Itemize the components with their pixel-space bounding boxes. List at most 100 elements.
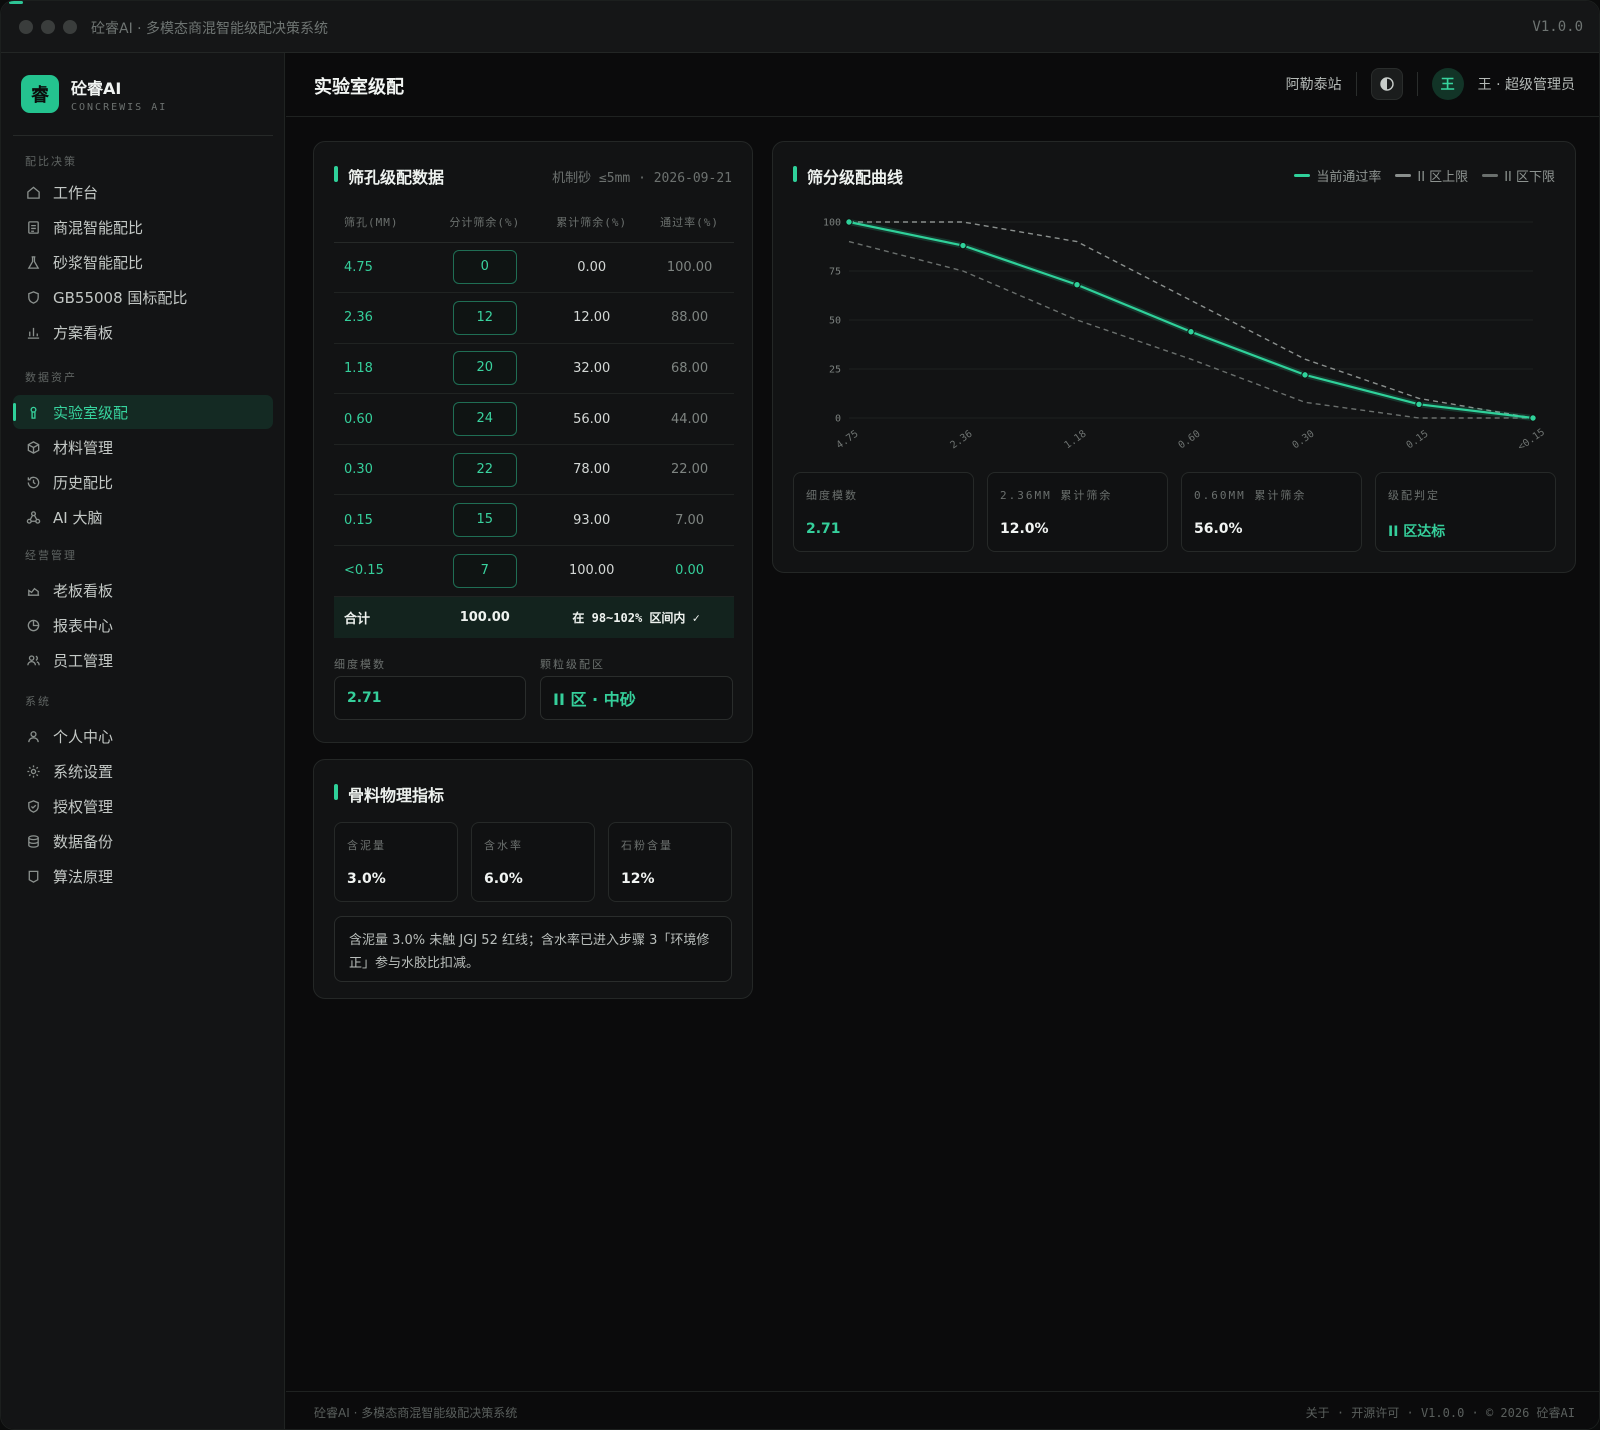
sidebar-item-label: 商混智能配比	[53, 218, 144, 237]
sidebar-item-concrete-mix[interactable]: 商混智能配比	[13, 210, 273, 244]
sidebar-item-workbench[interactable]: 工作台	[13, 175, 273, 209]
half-moon-icon	[1379, 77, 1394, 91]
zone-label: 颗粒级配区	[540, 658, 605, 671]
data-point	[845, 218, 853, 226]
y-tick-label: 100	[823, 218, 841, 229]
retained-input[interactable]: 7	[452, 553, 517, 588]
kpi-value: 2.71	[806, 521, 841, 537]
sidebar-item-label: 历史配比	[53, 473, 114, 492]
cumulative-value: 12.00	[538, 292, 646, 344]
kpi-label: 0.60MM 累计筛余	[1194, 489, 1307, 502]
data-point	[1187, 328, 1195, 336]
sidebar-item-gb-standard[interactable]: GB55008 国标配比	[13, 280, 273, 314]
bar-chart-icon	[25, 324, 41, 340]
retained-input[interactable]: 15	[452, 503, 517, 538]
sieve-table: 筛孔(MM) 分计筛余(%) 累计筛余(%) 通过率(%) 4.75 0 0.0…	[334, 202, 734, 639]
sidebar-item-algorithm[interactable]: 算法原理	[13, 859, 273, 893]
mud-content-kpi: 含泥量 3.0%	[334, 822, 458, 902]
sidebar-item-history[interactable]: 历史配比	[13, 465, 273, 499]
sidebar-item-plan-board[interactable]: 方案看板	[13, 315, 273, 349]
sidebar-item-label: 砂浆智能配比	[53, 253, 144, 272]
sidebar-item-settings[interactable]: 系统设置	[13, 754, 273, 788]
app-window: 砼睿AI · 多模态商混智能级配决策系统 V1.0.0 睿 砼睿AI CONCR…	[0, 0, 1600, 1430]
sidebar-item-lab-grading[interactable]: 实验室级配	[13, 395, 273, 429]
sidebar-item-boss-board[interactable]: 老板看板	[13, 573, 273, 607]
shield-check-icon	[25, 798, 41, 814]
sidebar-item-reports[interactable]: 报表中心	[13, 608, 273, 642]
x-tick-label: 4.75	[835, 429, 861, 452]
total-value: 100.00	[431, 596, 539, 639]
data-point	[1415, 400, 1423, 408]
station-selector[interactable]: 阿勒泰站	[1286, 74, 1342, 94]
kpi-label: 含泥量	[347, 839, 386, 852]
kpi-value: II 区达标	[1388, 524, 1446, 540]
user-label[interactable]: 王 · 超级管理员	[1478, 74, 1575, 94]
sidebar-item-materials[interactable]: 材料管理	[13, 430, 273, 464]
column-header: 分计筛余(%)	[431, 202, 539, 243]
sidebar-item-label: 系统设置	[53, 762, 114, 781]
kpi-value: 6.0%	[484, 871, 523, 887]
retained-input[interactable]: 12	[452, 300, 517, 335]
brand-logo: 睿	[21, 75, 59, 113]
x-tick-label: 0.30	[1291, 429, 1317, 452]
retained-input[interactable]: 0	[452, 250, 517, 285]
moisture-kpi: 含水率 6.0%	[471, 822, 595, 902]
minimize-window-button[interactable]	[41, 20, 55, 34]
sieve-size: 0.15	[334, 494, 432, 547]
retained-input[interactable]: 20	[452, 351, 517, 386]
theme-toggle-button[interactable]	[1370, 68, 1403, 100]
kpi-label: 含水率	[484, 839, 523, 852]
avatar[interactable]: 王	[1431, 68, 1464, 100]
document-icon	[25, 219, 41, 235]
y-tick-label: 50	[829, 316, 841, 327]
table-row: 2.36 12 12.00 88.00	[334, 292, 734, 344]
kpi-label: 石粉含量	[621, 839, 673, 852]
legend-label: II 区下限	[1504, 170, 1555, 185]
kpi-value: 3.0%	[347, 871, 386, 887]
total-row: 合计 100.00 在 98~102% 区间内 ✓	[334, 596, 734, 639]
sidebar-item-ai-brain[interactable]: AI 大脑	[13, 500, 273, 534]
title-bar: 砼睿AI · 多模态商混智能级配决策系统 V1.0.0	[1, 1, 1599, 53]
book-icon	[25, 868, 41, 884]
retained-input[interactable]: 24	[452, 402, 517, 437]
table-row: 1.18 20 32.00 68.00	[334, 343, 734, 395]
sidebar-item-label: 老板看板	[53, 581, 114, 600]
sidebar-item-profile[interactable]: 个人中心	[13, 719, 273, 753]
kpi-label: 细度模数	[806, 489, 858, 502]
maximize-window-button[interactable]	[63, 20, 77, 34]
sieve-size: 0.60	[334, 393, 432, 445]
kpi-label: 级配判定	[1388, 489, 1440, 502]
main-area: 实验室级配 阿勒泰站 王 王 · 超级管理员 筛孔级配数据 机制砂 ≤5mm ·…	[286, 53, 1599, 1429]
database-icon	[25, 833, 41, 849]
column-header: 通过率(%)	[645, 202, 734, 243]
curve-fineness-kpi: 细度模数 2.71	[793, 472, 974, 552]
sidebar-item-license[interactable]: 授权管理	[13, 789, 273, 823]
table-row: 4.75 0 0.00 100.00	[334, 242, 734, 294]
y-tick-label: 0	[835, 414, 841, 425]
brand-subtitle: CONCREWIS AI	[71, 102, 168, 113]
cumulative-value: 32.00	[538, 343, 646, 395]
divider	[1416, 72, 1418, 96]
sieve-size: 4.75	[334, 242, 432, 294]
nav-section-data: 数据资产	[25, 371, 77, 384]
divider	[1355, 72, 1357, 96]
retained-input[interactable]: 22	[452, 452, 517, 487]
cumulative-value: 0.00	[538, 242, 646, 294]
card-meta: 机制砂 ≤5mm · 2026-09-21	[552, 171, 732, 186]
table-row: 0.60 24 56.00 44.00	[334, 393, 734, 445]
data-point	[959, 241, 967, 250]
x-tick-label: <0.15	[1516, 427, 1547, 453]
brand-name: 砼睿AI	[71, 79, 122, 98]
sidebar-item-staff[interactable]: 员工管理	[13, 643, 273, 677]
sidebar-item-mortar-mix[interactable]: 砂浆智能配比	[13, 245, 273, 279]
sidebar-item-backup[interactable]: 数据备份	[13, 824, 273, 858]
sieve-data-card: 筛孔级配数据 机制砂 ≤5mm · 2026-09-21 筛孔(MM) 分计筛余…	[313, 141, 753, 743]
history-icon	[25, 474, 41, 490]
cumulative-value: 100.00	[538, 545, 646, 597]
close-window-button[interactable]	[19, 20, 33, 34]
brand[interactable]: 睿 砼睿AI CONCREWIS AI	[21, 75, 167, 113]
shield-icon	[25, 289, 41, 305]
footer-right[interactable]: 关于 · 开源许可 · V1.0.0 · © 2026 砼睿AI	[1306, 1404, 1575, 1421]
page-title: 实验室级配	[314, 77, 404, 98]
total-label: 合计	[334, 596, 432, 639]
